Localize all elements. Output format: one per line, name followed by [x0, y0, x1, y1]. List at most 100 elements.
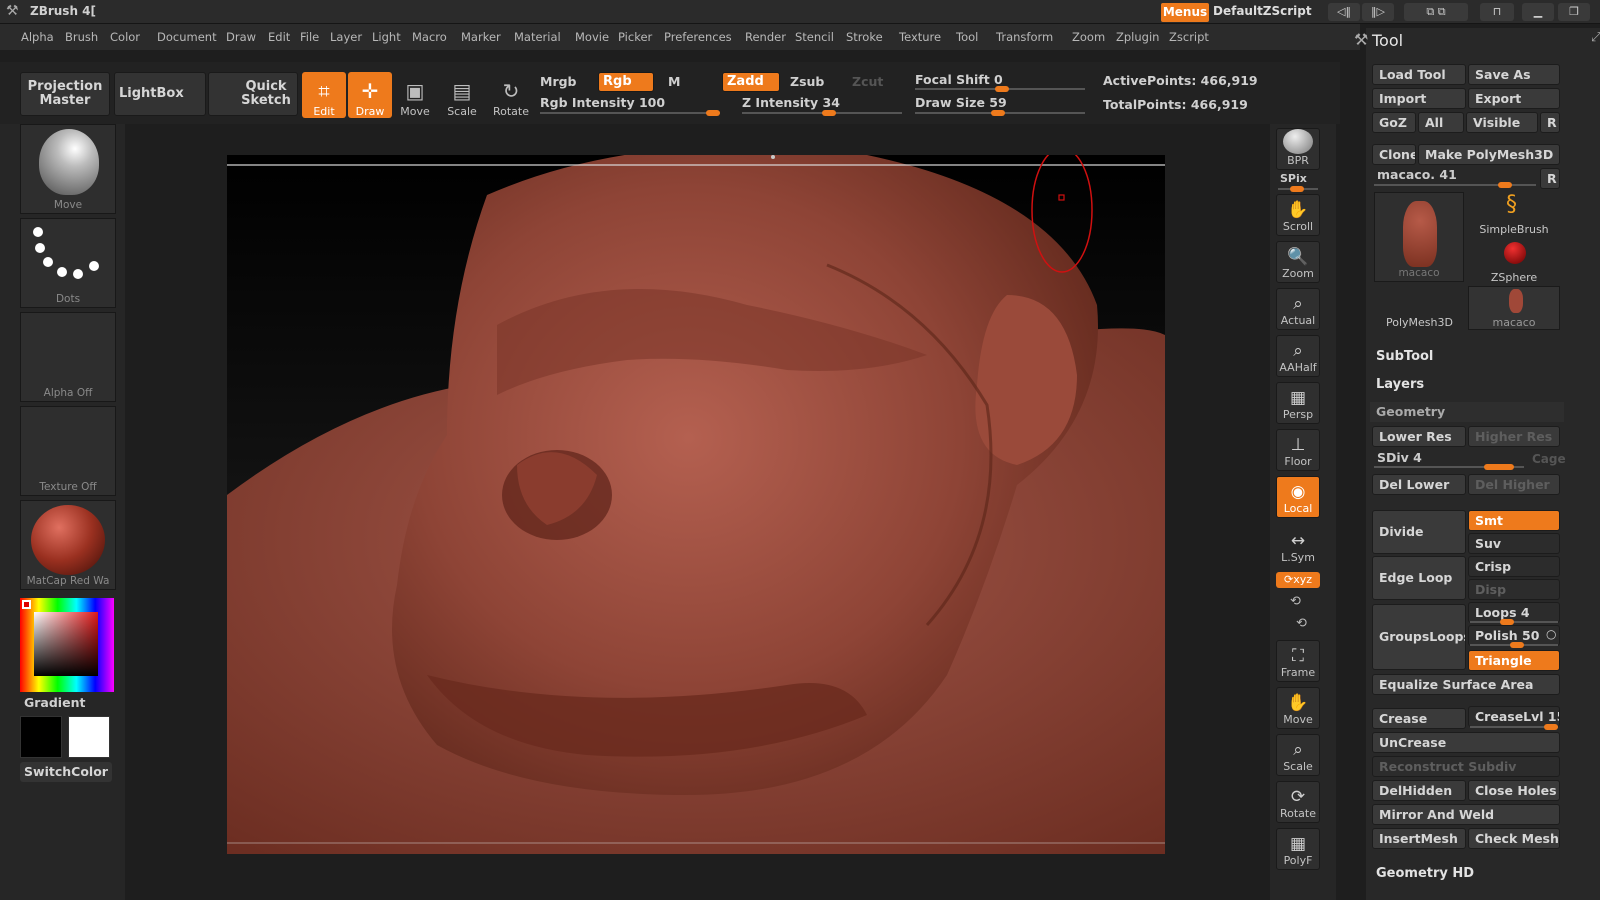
secondary-color-swatch[interactable]: [68, 716, 110, 758]
focal-shift-slider[interactable]: [915, 86, 1085, 92]
lsym-button[interactable]: ↔ L.Sym: [1276, 524, 1320, 566]
layers-section[interactable]: Layers: [1376, 377, 1424, 392]
draw-size-knob[interactable]: [991, 110, 1005, 116]
zcut-toggle[interactable]: Zcut: [852, 74, 883, 89]
polymesh3d-tool-label[interactable]: PolyMesh3D: [1386, 316, 1453, 329]
make-polymesh-button[interactable]: Make PolyMesh3D: [1418, 144, 1560, 165]
z-rotate-icon[interactable]: ⟲: [1296, 616, 1307, 631]
texture-thumb[interactable]: Texture Off: [20, 406, 116, 496]
menu-material[interactable]: Material: [514, 30, 561, 44]
z-intensity-slider[interactable]: [742, 110, 902, 116]
rotate-view-button[interactable]: ⟳ Rotate: [1276, 781, 1320, 823]
menu-marker[interactable]: Marker: [461, 30, 501, 44]
alpha-thumb[interactable]: Alpha Off: [20, 312, 116, 402]
xyz-rotate-button[interactable]: ⟳xyz: [1276, 572, 1320, 588]
aahalf-button[interactable]: ⌕ AAHalf: [1276, 335, 1320, 377]
zoom-button[interactable]: 🔍 Zoom: [1276, 241, 1320, 283]
check-mesh-button[interactable]: Check Mesh: [1468, 828, 1560, 849]
groupsloops-button[interactable]: GroupsLoops: [1372, 604, 1466, 670]
disp-slider[interactable]: Disp: [1468, 579, 1560, 600]
spix-label[interactable]: SPix: [1280, 172, 1307, 185]
menu-layer[interactable]: Layer: [330, 30, 362, 44]
tool-pin-icon[interactable]: ⚒: [1354, 30, 1368, 49]
menu-draw[interactable]: Draw: [226, 30, 256, 44]
reconstruct-subdiv-button[interactable]: Reconstruct Subdiv: [1372, 756, 1560, 777]
mirror-and-weld-button[interactable]: Mirror And Weld: [1372, 804, 1560, 825]
lightbox-button[interactable]: LightBox: [114, 72, 206, 116]
local-button[interactable]: ◉ Local: [1276, 476, 1320, 518]
next-layout-icon[interactable]: ‖▷: [1362, 3, 1394, 21]
subtool-section[interactable]: SubTool: [1376, 349, 1433, 364]
menu-edit[interactable]: Edit: [268, 30, 290, 44]
draw-mode-button[interactable]: ✛ Draw: [348, 72, 392, 118]
cage-button[interactable]: Cage: [1532, 452, 1566, 466]
insertmesh-button[interactable]: InsertMesh: [1372, 828, 1466, 849]
rgb-intensity-slider[interactable]: [540, 110, 720, 116]
rotate-mode-button[interactable]: ↻ Rotate: [489, 72, 533, 118]
menu-zscript[interactable]: Zscript: [1169, 30, 1209, 44]
r-button[interactable]: R: [1540, 112, 1560, 133]
polish-knob[interactable]: [1510, 642, 1524, 648]
menu-movie[interactable]: Movie: [575, 30, 609, 44]
gradient-toggle[interactable]: Gradient: [24, 695, 85, 710]
persp-button[interactable]: ▦ Persp: [1276, 382, 1320, 424]
menu-render[interactable]: Render: [745, 30, 786, 44]
focal-shift-knob[interactable]: [995, 86, 1009, 92]
import-button[interactable]: Import: [1372, 88, 1466, 109]
color-picker[interactable]: [20, 598, 114, 692]
maximize-icon[interactable]: ❐: [1558, 3, 1590, 21]
r-button-2[interactable]: R: [1540, 168, 1560, 189]
del-lower-button[interactable]: Del Lower: [1372, 474, 1466, 495]
menu-picker[interactable]: Picker: [618, 30, 652, 44]
lock-icon[interactable]: ⊓: [1480, 3, 1514, 21]
crisp-toggle[interactable]: Crisp: [1468, 556, 1560, 577]
menu-preferences[interactable]: Preferences: [664, 30, 732, 44]
geometry-hd-section[interactable]: Geometry HD: [1376, 866, 1474, 881]
sdiv-slider[interactable]: [1374, 464, 1524, 470]
floor-button[interactable]: ⊥ Floor: [1276, 429, 1320, 471]
m-toggle[interactable]: M: [668, 74, 680, 89]
triangle-toggle[interactable]: Triangle: [1468, 650, 1560, 671]
main-color-swatch[interactable]: [20, 716, 62, 758]
bpr-button[interactable]: BPR: [1276, 128, 1320, 170]
menu-color[interactable]: Color: [110, 30, 140, 44]
suv-toggle[interactable]: Suv: [1468, 533, 1560, 554]
menu-macro[interactable]: Macro: [412, 30, 447, 44]
prev-layout-icon[interactable]: ◁‖: [1328, 3, 1360, 21]
menu-document[interactable]: Document: [157, 30, 217, 44]
menu-zplugin[interactable]: Zplugin: [1116, 30, 1159, 44]
edit-mode-button[interactable]: ⌗ Edit: [302, 72, 346, 118]
scale-mode-button[interactable]: ▤ Scale: [440, 72, 484, 118]
crease-button[interactable]: Crease: [1372, 708, 1466, 729]
menus-button[interactable]: Menus: [1161, 3, 1209, 22]
current-tool-slider[interactable]: [1374, 182, 1536, 188]
frame-button[interactable]: ⛶ Frame: [1276, 640, 1320, 682]
delhidden-button[interactable]: DelHidden: [1372, 780, 1466, 801]
del-higher-button[interactable]: Del Higher: [1468, 474, 1560, 495]
quick-sketch-button[interactable]: Quick Sketch: [208, 72, 298, 116]
switchcolor-button[interactable]: SwitchColor: [20, 762, 112, 782]
all-button[interactable]: All: [1418, 112, 1464, 133]
load-tool-button[interactable]: Load Tool: [1372, 64, 1466, 85]
zsphere-tool-thumb[interactable]: ZSphere: [1468, 240, 1560, 284]
close-holes-button[interactable]: Close Holes: [1468, 780, 1560, 801]
move-view-button[interactable]: ✋ Move: [1276, 687, 1320, 729]
edge-loop-button[interactable]: Edge Loop: [1372, 556, 1466, 600]
polyf-button[interactable]: ▦ PolyF: [1276, 828, 1320, 870]
collapse-icon[interactable]: ⤢: [1591, 30, 1600, 45]
menu-texture[interactable]: Texture: [899, 30, 941, 44]
polish-circle-icon[interactable]: ○: [1546, 627, 1556, 641]
scroll-button[interactable]: ✋ Scroll: [1276, 194, 1320, 236]
actual-button[interactable]: ⌕ Actual: [1276, 288, 1320, 330]
material-thumb[interactable]: MatCap Red Wa: [20, 500, 116, 590]
smt-toggle[interactable]: Smt: [1468, 510, 1560, 531]
visible-button[interactable]: Visible: [1466, 112, 1538, 133]
y-rotate-icon[interactable]: ⟲: [1290, 594, 1301, 609]
rgb-intensity-knob[interactable]: [706, 110, 720, 116]
zsub-toggle[interactable]: Zsub: [790, 74, 824, 89]
menu-stencil[interactable]: Stencil: [795, 30, 834, 44]
macaco-tool-thumb-2[interactable]: macaco: [1468, 286, 1560, 330]
zadd-toggle[interactable]: Zadd: [722, 72, 780, 92]
projection-master-button[interactable]: Projection Master: [20, 72, 110, 116]
move-mode-button[interactable]: ▣ Move: [393, 72, 437, 118]
